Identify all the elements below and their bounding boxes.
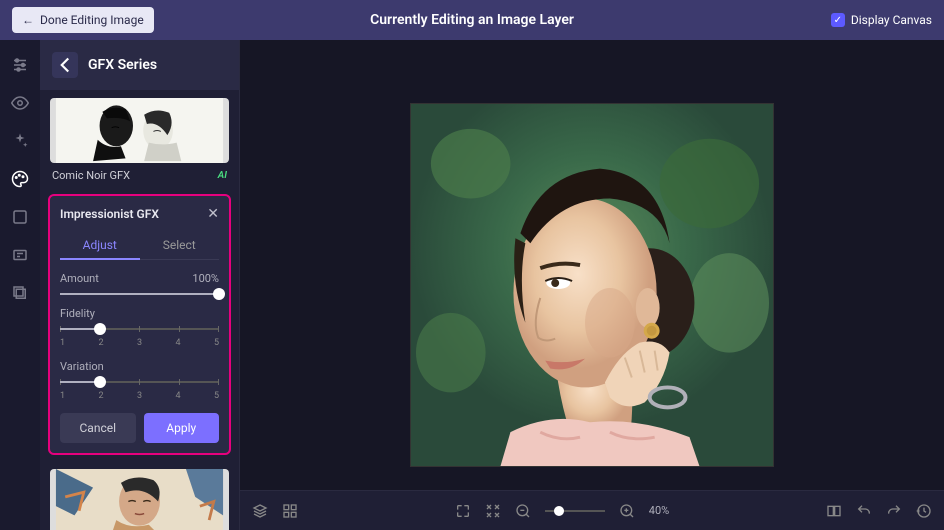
fidelity-ticks: 1 2 3 4 5 <box>60 338 219 348</box>
top-bar: ← Done Editing Image Currently Editing a… <box>0 0 944 40</box>
back-button[interactable] <box>52 52 78 78</box>
panel-header: GFX Series <box>40 40 239 90</box>
expanded-title: Impressionist GFX <box>60 207 159 221</box>
tool-column <box>0 40 40 530</box>
comic-noir-preview <box>50 98 229 163</box>
layers-icon[interactable] <box>11 284 29 302</box>
undo-icon[interactable] <box>856 503 872 519</box>
filter-card-comic-noir[interactable]: Comic Noir GFX AI <box>50 98 229 188</box>
redo-icon[interactable] <box>886 503 902 519</box>
checkbox-icon: ✓ <box>831 13 845 27</box>
variation-ticks: 1 2 3 4 5 <box>60 391 219 401</box>
tab-adjust[interactable]: Adjust <box>60 232 140 260</box>
zoom-value: 40% <box>649 504 669 517</box>
color-sketch-preview <box>50 469 229 530</box>
display-canvas-label: Display Canvas <box>851 13 932 27</box>
history-icon[interactable] <box>916 503 932 519</box>
tabs: Adjust Select <box>60 232 219 260</box>
done-label: Done Editing Image <box>40 13 144 27</box>
close-icon[interactable]: ✕ <box>207 206 219 222</box>
zoom-slider[interactable] <box>545 510 605 512</box>
filter-label-row: Comic Noir GFX AI <box>50 163 229 188</box>
expanded-filter-card: Impressionist GFX ✕ Adjust Select Amount… <box>48 194 231 455</box>
variation-label: Variation <box>60 360 104 373</box>
arrow-left-icon: ← <box>22 13 34 27</box>
canvas-image[interactable] <box>410 103 774 467</box>
ai-badge: AI <box>218 170 227 181</box>
amount-label: Amount <box>60 272 99 285</box>
button-row: Cancel Apply <box>60 413 219 443</box>
tab-select[interactable]: Select <box>140 232 220 260</box>
display-canvas-toggle[interactable]: ✓ Display Canvas <box>831 13 932 27</box>
sparkle-icon[interactable] <box>11 132 29 150</box>
page-title: Currently Editing an Image Layer <box>370 12 574 28</box>
variation-control: Variation 1 2 3 4 5 <box>60 360 219 401</box>
canvas-area: 40% <box>240 40 944 530</box>
eye-icon[interactable] <box>11 94 29 112</box>
text-icon[interactable] <box>11 246 29 264</box>
cancel-button[interactable]: Cancel <box>60 413 136 443</box>
compare-icon[interactable] <box>826 503 842 519</box>
zoom-in-icon[interactable] <box>619 503 635 519</box>
fidelity-slider[interactable] <box>60 328 219 330</box>
apply-button[interactable]: Apply <box>144 413 220 443</box>
expanded-header: Impressionist GFX ✕ <box>60 206 219 222</box>
amount-value: 100% <box>192 272 219 285</box>
panel-title: GFX Series <box>88 57 157 73</box>
amount-control: Amount 100% <box>60 272 219 295</box>
zoom-out-icon[interactable] <box>515 503 531 519</box>
expand-icon[interactable] <box>455 503 471 519</box>
portrait-painting <box>411 104 773 466</box>
palette-icon[interactable] <box>11 170 29 188</box>
filter-name: Comic Noir GFX <box>52 169 130 182</box>
side-panel: GFX Series Comic Noir GFX AI <box>40 40 240 530</box>
done-editing-button[interactable]: ← Done Editing Image <box>12 7 154 33</box>
amount-slider[interactable] <box>60 293 219 295</box>
fidelity-control: Fidelity 1 2 3 4 5 <box>60 307 219 348</box>
filter-thumbnail <box>50 469 229 530</box>
sliders-icon[interactable] <box>11 56 29 74</box>
filter-card-color-sketch[interactable]: Color Sketch GFX AI <box>50 469 229 530</box>
bottom-bar: 40% <box>240 490 944 530</box>
fit-icon[interactable] <box>485 503 501 519</box>
grid-icon[interactable] <box>282 503 298 519</box>
filter-thumbnail <box>50 98 229 163</box>
variation-slider[interactable] <box>60 381 219 383</box>
fidelity-label: Fidelity <box>60 307 95 320</box>
stack-icon[interactable] <box>252 503 268 519</box>
frame-icon[interactable] <box>11 208 29 226</box>
